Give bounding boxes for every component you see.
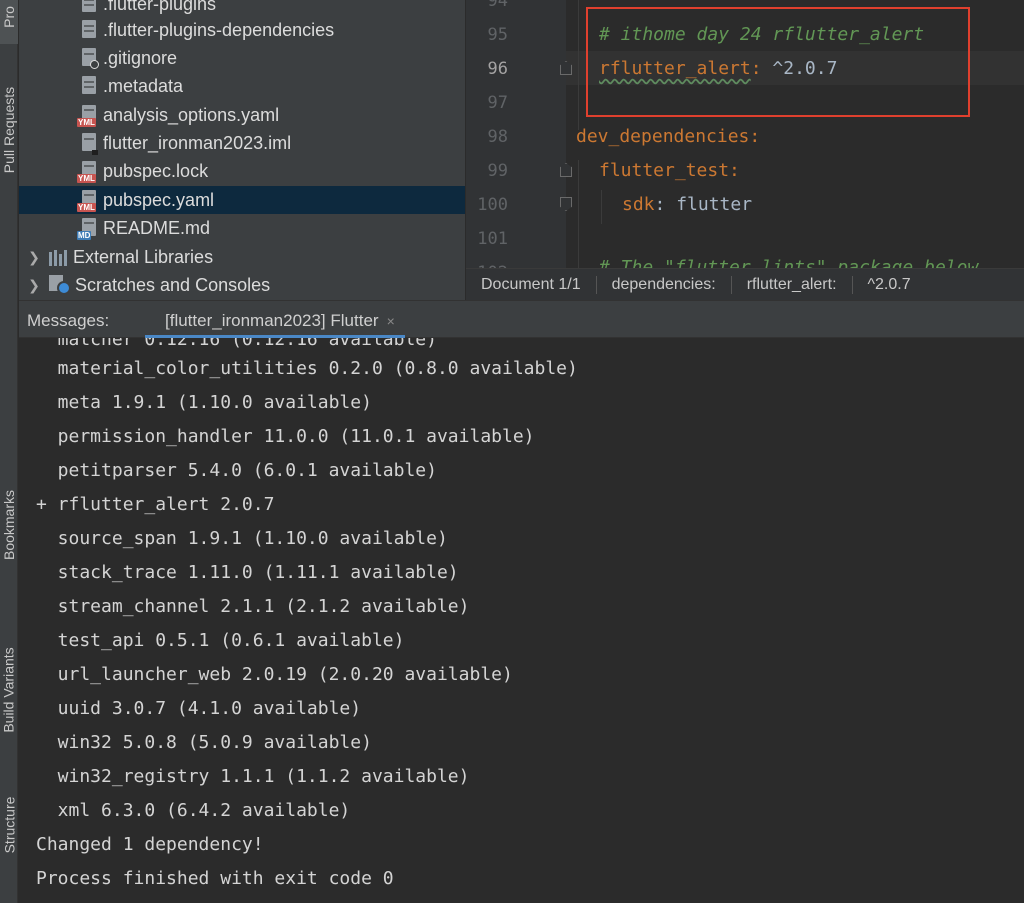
tab-label: [flutter_ironman2023] Flutter [165,311,379,330]
tree-item-scratches[interactable]: ❯ Scratches and Consoles [19,271,465,299]
console-line: win32 5.0.8 (5.0.9 available) [36,732,372,753]
code-comment-partial: # The "flutter_lints" package below [599,257,979,268]
tree-item-pubspec-lock[interactable]: YML pubspec.lock [19,157,465,185]
console-line: matcher 0.12.16 (0.12.16 available) [36,338,437,350]
close-icon[interactable]: × [387,313,395,329]
tab-flutter-messages[interactable]: [flutter_ironman2023] Flutter × [145,301,405,338]
tool-tab-bookmarks[interactable]: Bookmarks [0,470,18,580]
breadcrumb-item[interactable]: dependencies: [597,276,731,294]
tree-item-metadata[interactable]: .metadata [19,72,465,100]
console-line: uuid 3.0.7 (4.1.0 available) [36,698,362,719]
console-line: xml 6.3.0 (6.4.2 available) [36,800,351,821]
line-number: 97 [487,93,508,113]
breadcrumb: Document 1/1 dependencies: rflutter_aler… [466,268,1024,300]
breadcrumb-item[interactable]: ^2.0.7 [853,276,926,294]
console-line: meta 1.9.1 (1.10.0 available) [36,392,372,413]
console-line: + rflutter_alert 2.0.7 [36,494,275,515]
indent-guide [601,190,602,224]
indent-guide [578,160,579,268]
tool-window-strip: Pro Pull Requests Bookmarks Build Varian… [0,0,18,903]
console-line: Changed 1 dependency! [36,834,264,855]
console-line: test_api 0.5.1 (0.6.1 available) [36,630,405,651]
messages-console[interactable]: matcher 0.12.16 (0.12.16 available) mate… [19,338,1024,903]
tree-item-pubspec-yaml[interactable]: YML pubspec.yaml [19,186,465,214]
console-line: permission_handler 11.0.0 (11.0.1 availa… [36,426,535,447]
yaml-file-icon: YML [77,161,97,183]
yaml-file-icon: YML [77,190,97,212]
messages-toolbar: Messages: [flutter_ironman2023] Flutter × [19,300,1024,338]
console-line: url_launcher_web 2.0.19 (2.0.20 availabl… [36,664,513,685]
tool-tab-build-variants[interactable]: Build Variants [0,615,18,765]
console-line: stack_trace 1.11.0 (1.11.1 available) [36,562,459,583]
line-number: 94 [487,0,508,11]
console-line: stream_channel 2.1.1 (2.1.2 available) [36,596,470,617]
tree-item-analysis-options[interactable]: YML analysis_options.yaml [19,101,465,129]
line-number: 95 [487,25,508,45]
console-line: source_span 1.9.1 (1.10.0 available) [36,528,448,549]
console-line: Process finished with exit code 0 [36,868,394,889]
gitignore-file-icon [81,48,99,69]
line-number: 98 [487,127,508,147]
file-icon [81,20,97,40]
indent-guide [578,0,579,130]
tree-item-readme[interactable]: MD README.md [19,214,465,242]
project-tree: .flutter-plugins .flutter-plugins-depend… [19,0,465,300]
scratches-icon [49,275,71,295]
chevron-right-icon[interactable]: ❯ [27,277,41,294]
console-line: petitparser 5.4.0 (6.0.1 available) [36,460,437,481]
code-line-flutter-test: flutter_test: [599,160,740,181]
library-icon [49,248,67,266]
iml-file-icon [81,133,98,155]
markdown-file-icon: MD [77,218,97,240]
line-number: 100 [477,195,508,215]
line-number: 99 [487,161,508,181]
console-line: material_color_utilities 0.2.0 (0.8.0 av… [36,358,578,379]
chevron-right-icon[interactable]: ❯ [27,249,41,266]
file-icon [81,0,97,14]
tree-item-iml[interactable]: flutter_ironman2023.iml [19,129,465,157]
line-number: 101 [477,229,508,249]
file-icon [81,76,97,96]
breadcrumb-item[interactable]: Document 1/1 [466,276,596,294]
yaml-file-icon: YML [77,105,97,127]
tool-tab-project[interactable]: Pro [0,0,18,44]
messages-title: Messages: [27,311,110,330]
breadcrumb-item[interactable]: rflutter_alert: [732,276,852,294]
console-line: win32_registry 1.1.1 (1.1.2 available) [36,766,470,787]
tool-tab-pull-requests[interactable]: Pull Requests [0,60,18,200]
tree-item-external-libraries[interactable]: ❯ External Libraries [19,243,465,271]
annotation-highlight-box [586,7,970,117]
tool-tab-structure[interactable]: Structure [0,775,18,875]
tree-item-gitignore[interactable]: .gitignore [19,44,465,72]
code-line-sdk: sdk: flutter [622,194,753,215]
code-line-dev-dependencies: dev_dependencies: [576,126,761,147]
line-number: 96 [487,59,508,79]
tree-item-flutter-plugins-dependencies[interactable]: .flutter-plugins-dependencies [19,16,465,44]
